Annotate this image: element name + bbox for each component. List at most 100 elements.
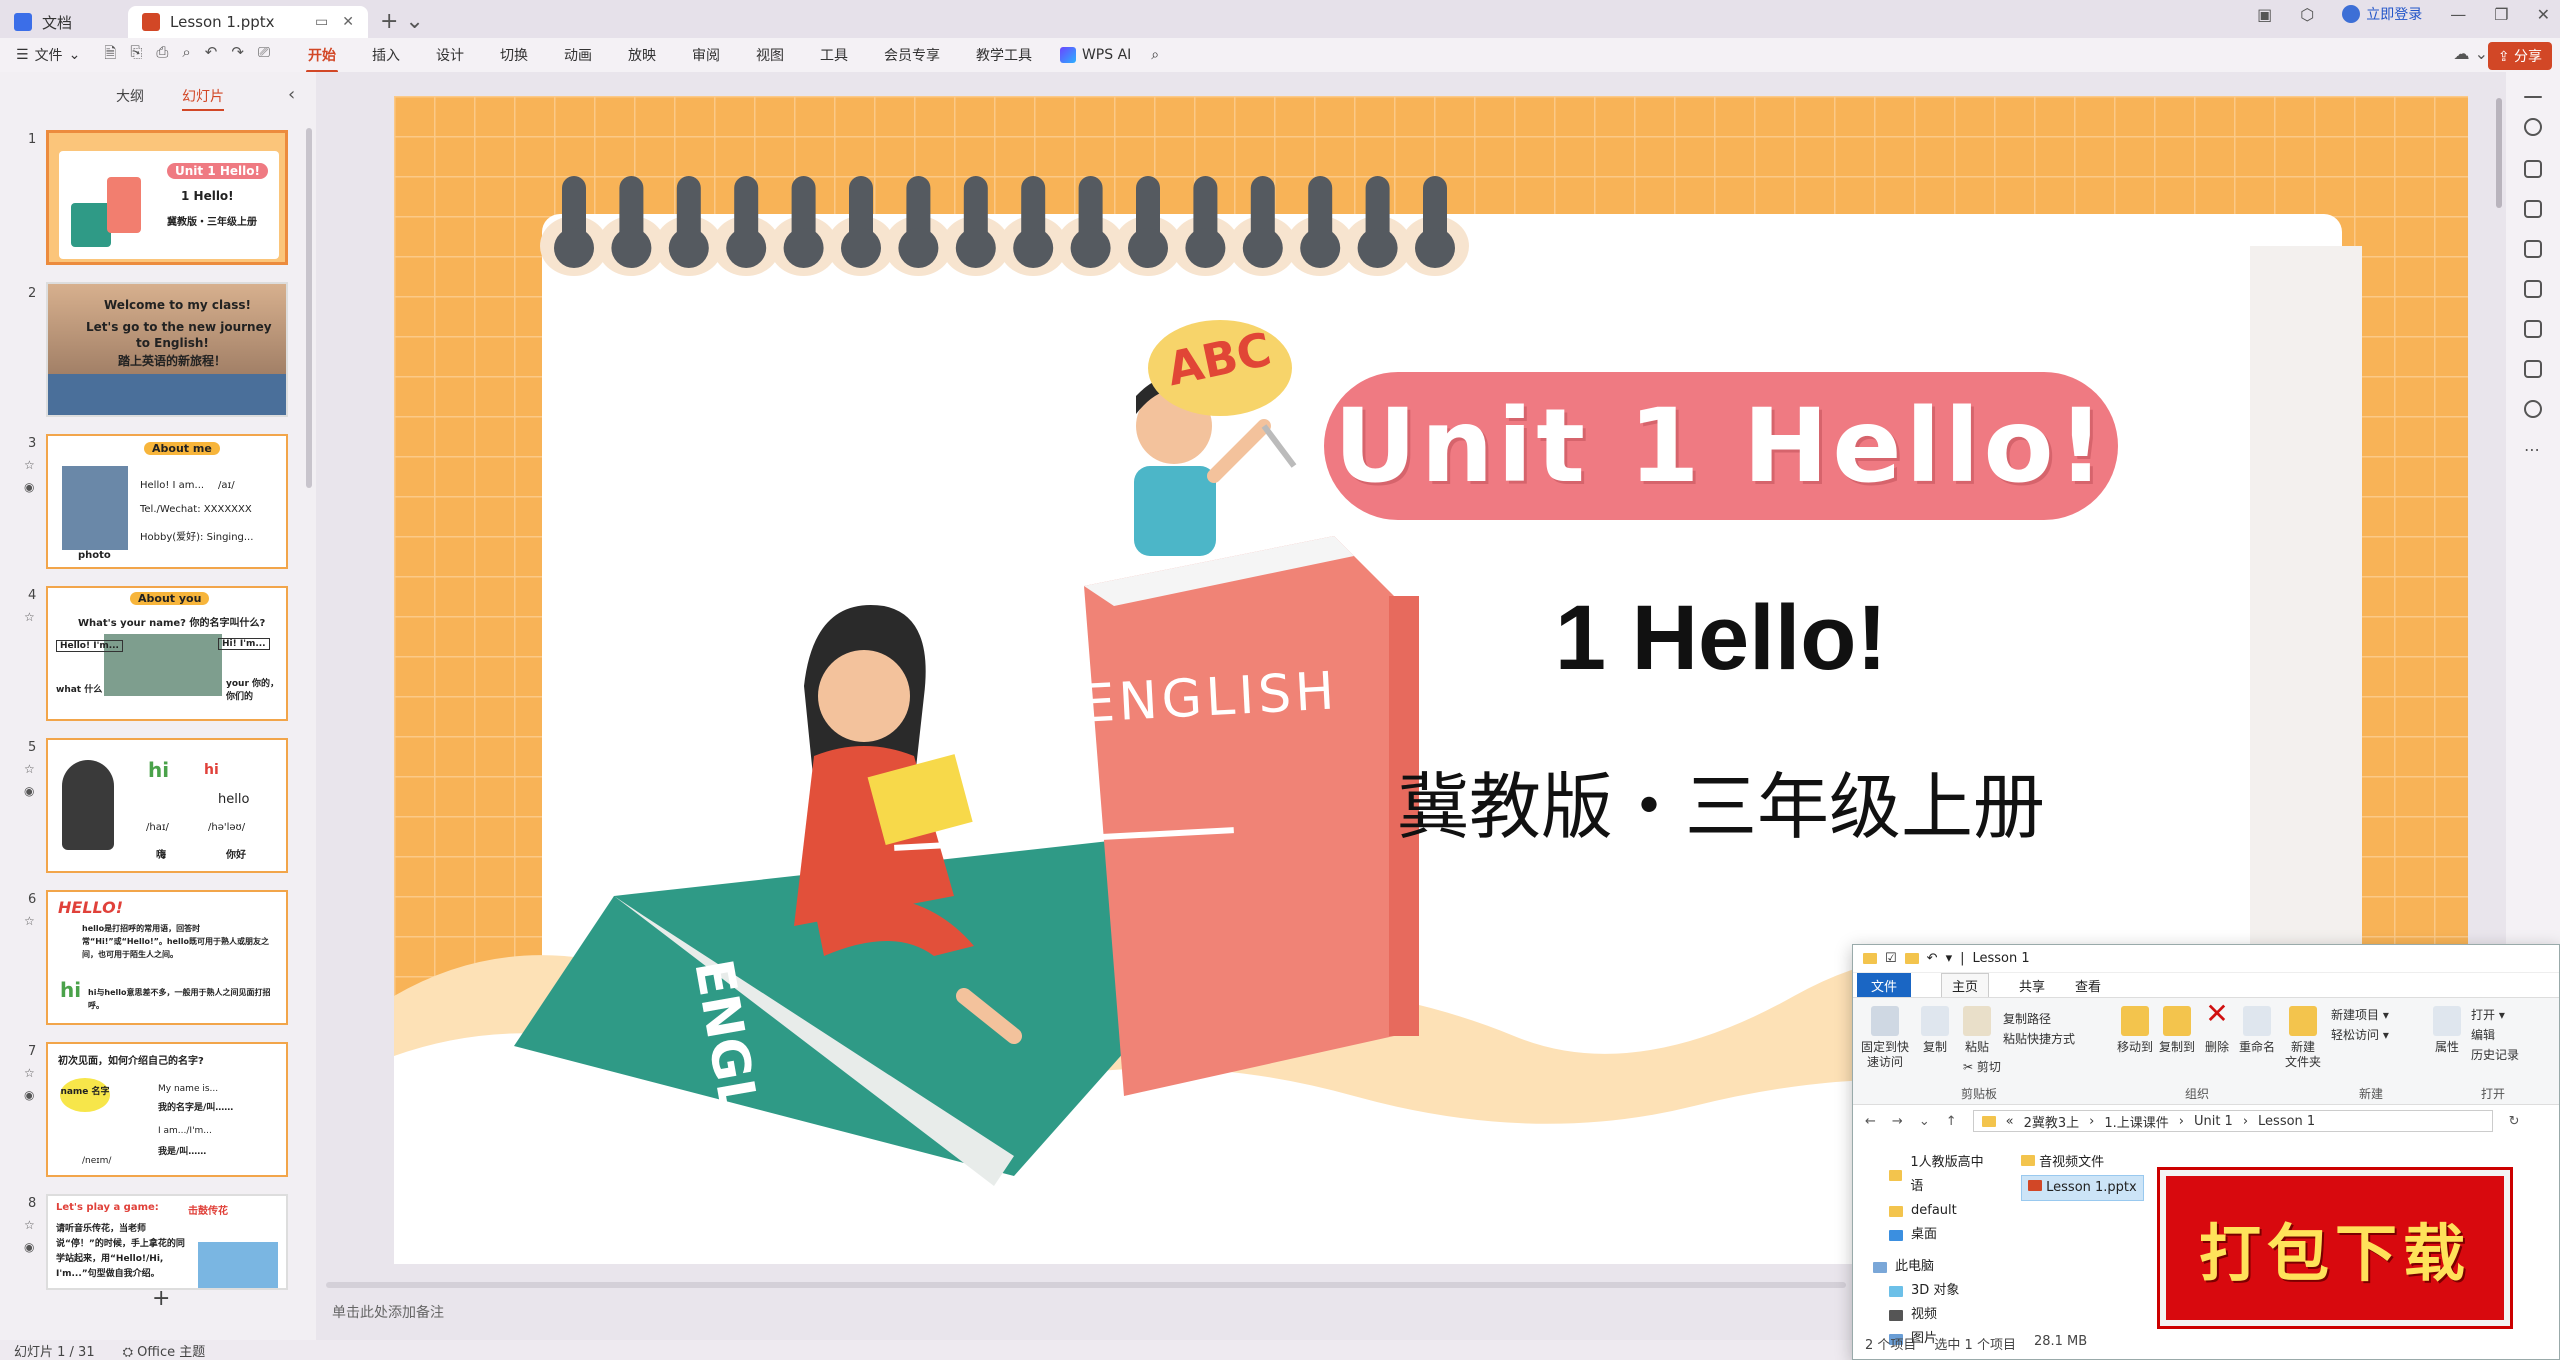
export-icon[interactable]: ⎘	[130, 43, 142, 68]
undo-icon[interactable]: ↶	[205, 43, 218, 68]
tab-animation[interactable]: 动画	[560, 39, 596, 71]
more-icon[interactable]: ⋯	[2524, 440, 2542, 459]
copy-icon[interactable]	[2524, 200, 2542, 218]
path-segment[interactable]: Lesson 1	[2258, 1114, 2315, 1129]
minimize-icon[interactable]: —	[2450, 5, 2466, 24]
cut-button[interactable]: ✂ 剪切	[1963, 1060, 2001, 1075]
up-icon[interactable]: ↑	[1946, 1114, 1957, 1129]
add-slide-button[interactable]: +	[152, 1286, 170, 1311]
horizontal-scrollbar[interactable]	[326, 1282, 1846, 1288]
easy-access-button[interactable]: 轻松访问 ▾	[2331, 1028, 2389, 1043]
tab-slides[interactable]: 幻灯片	[182, 86, 224, 111]
undo-icon[interactable]: ↶	[1927, 951, 1938, 966]
close-window-icon[interactable]: ✕	[2537, 5, 2550, 24]
slide-thumb-3[interactable]: About me photo Hello! I am... /aɪ/ Tel./…	[46, 434, 288, 569]
collapse-icon[interactable]: ‹	[288, 84, 295, 105]
path-segment[interactable]: 2冀教3上	[2024, 1112, 2080, 1131]
redo-icon[interactable]: ↷	[231, 43, 244, 68]
layout-icon[interactable]: ▣	[2257, 5, 2272, 24]
save-icon[interactable]: 🗎	[104, 43, 116, 68]
new-folder-button[interactable]: 新建 文件夹	[2281, 1006, 2325, 1070]
download-badge[interactable]: 打包下载	[2160, 1170, 2510, 1326]
slide-thumb-2[interactable]: Welcome to my class! Let's go to the new…	[46, 282, 288, 417]
copy-button[interactable]: 复制	[1915, 1006, 1955, 1055]
settings-icon[interactable]	[2524, 118, 2542, 136]
new-item-button[interactable]: 新建项目 ▾	[2331, 1008, 2389, 1023]
chevron-down-icon[interactable]: ▾	[1946, 951, 1953, 966]
rename-button[interactable]: 重命名	[2237, 1006, 2277, 1055]
share-icon[interactable]	[2524, 360, 2542, 378]
list-item[interactable]: 音视频文件	[2021, 1151, 2144, 1175]
history-button[interactable]: 历史记录	[2471, 1048, 2519, 1063]
maximize-icon[interactable]: ❐	[2494, 5, 2508, 24]
pin-button[interactable]: 固定到快 速访问	[1859, 1006, 1911, 1070]
slide-thumb-6[interactable]: HELLO! hello是打招呼的常用语，回答时常“Hi!”或“Hello!”。…	[46, 890, 288, 1025]
format-painter-icon[interactable]: ⎚	[258, 43, 270, 68]
cloud-icon[interactable]: ☁ ⌄	[2454, 44, 2489, 63]
login-button[interactable]: 立即登录	[2342, 4, 2422, 24]
nav-item[interactable]: 视频	[1865, 1303, 1993, 1327]
wps-ai-button[interactable]: WPS AI ⌕	[1059, 47, 1159, 63]
copy-to-button[interactable]: 复制到	[2157, 1006, 2197, 1055]
slide-thumb-8[interactable]: Let's play a game: 击鼓传花 请听音乐传花，当老师说“停！”的…	[46, 1194, 288, 1290]
notes-field[interactable]: 单击此处添加备注	[316, 1296, 1856, 1326]
path-field[interactable]: « 2冀教3上 › 1.上课课件 › Unit 1 › Lesson 1	[1972, 1110, 2493, 1132]
theme-label[interactable]: ⛭ Office 主题	[123, 1341, 206, 1360]
nav-item[interactable]: 桌面	[1865, 1223, 1993, 1247]
image-icon[interactable]	[2524, 240, 2542, 258]
tab-file[interactable]: 文件	[1857, 972, 1912, 998]
nav-item[interactable]: 3D 对象	[1865, 1279, 1993, 1303]
tab-insert[interactable]: 插入	[368, 39, 404, 71]
preview-icon[interactable]: ⌕	[182, 43, 190, 68]
forward-icon[interactable]: →	[1892, 1114, 1903, 1129]
slide-thumb-4[interactable]: About you What's your name? 你的名字叫什么? Hel…	[46, 586, 288, 721]
tab-member[interactable]: 会员专享	[880, 39, 944, 71]
close-tab-icon[interactable]: ✕	[342, 14, 354, 30]
paste-shortcut-button[interactable]: 粘贴快捷方式	[2003, 1032, 2075, 1047]
star-icon[interactable]	[2524, 160, 2542, 178]
file-menu[interactable]: ☰ 文件 ⌄	[16, 45, 80, 65]
path-segment[interactable]: «	[2006, 1114, 2014, 1129]
path-segment[interactable]: Unit 1	[2194, 1114, 2233, 1129]
nav-item[interactable]: 此电脑	[1865, 1255, 1993, 1279]
delete-button[interactable]: ✕ 删除	[2199, 1000, 2235, 1055]
tab-docs[interactable]: 文档	[0, 6, 128, 38]
properties-button[interactable]: 属性	[2429, 1006, 2465, 1055]
magic-icon[interactable]	[2524, 280, 2542, 298]
chevron-down-icon[interactable]: ⌄	[1919, 1114, 1930, 1129]
vertical-scrollbar[interactable]	[2496, 98, 2502, 208]
share-button[interactable]: ⇪ 分享	[2487, 42, 2552, 70]
tab-share[interactable]: 共享	[2019, 976, 2045, 995]
slide-thumb-5[interactable]: hi hi hello /haɪ/ /hə'ləʊ/ 嗨 你好	[46, 738, 288, 873]
tab-slideshow[interactable]: 放映	[624, 39, 660, 71]
slide-subtitle[interactable]: 1 Hello!	[1324, 586, 2118, 691]
properties-icon[interactable]: ☑	[1885, 951, 1897, 966]
window-icon[interactable]: ▭	[315, 14, 328, 30]
search-icon[interactable]: ⌕	[1151, 47, 1159, 63]
nav-item[interactable]: default	[1865, 1199, 1993, 1223]
list-item[interactable]: Lesson 1.pptx	[2021, 1175, 2144, 1201]
tab-review[interactable]: 审阅	[688, 39, 724, 71]
slide-thumb-7[interactable]: 初次见面，如何介绍自己的名字? name 名字 My name is... 我的…	[46, 1042, 288, 1177]
print-icon[interactable]: ⎙	[156, 43, 168, 68]
tab-teaching-tools[interactable]: 教学工具	[972, 39, 1036, 71]
panel-scrollbar[interactable]	[306, 128, 312, 488]
tab-view[interactable]: 查看	[2075, 976, 2101, 995]
cube-icon[interactable]: ⬡	[2300, 5, 2314, 24]
slide-edition[interactable]: 冀教版・三年级上册	[1324, 748, 2118, 853]
tab-lesson-1[interactable]: Lesson 1.pptx ▭ ✕	[128, 6, 368, 38]
path-segment[interactable]: 1.上课课件	[2104, 1112, 2168, 1131]
minus-icon[interactable]	[2524, 96, 2542, 98]
slide-title[interactable]: Unit 1 Hello!	[1324, 372, 2118, 520]
move-to-button[interactable]: 移动到	[2115, 1006, 2155, 1055]
tab-transition[interactable]: 切换	[496, 39, 532, 71]
book-icon[interactable]	[2524, 320, 2542, 338]
copy-path-button[interactable]: 复制路径	[2003, 1012, 2051, 1027]
tab-home[interactable]: 主页	[1941, 973, 1990, 997]
refresh-icon[interactable]: ↻	[2509, 1114, 2520, 1129]
open-button[interactable]: 打开 ▾	[2471, 1008, 2505, 1023]
tab-start[interactable]: 开始	[304, 39, 340, 73]
tab-design[interactable]: 设计	[432, 39, 468, 71]
paste-button[interactable]: 粘贴	[1957, 1006, 1997, 1055]
help-icon[interactable]	[2524, 400, 2542, 418]
